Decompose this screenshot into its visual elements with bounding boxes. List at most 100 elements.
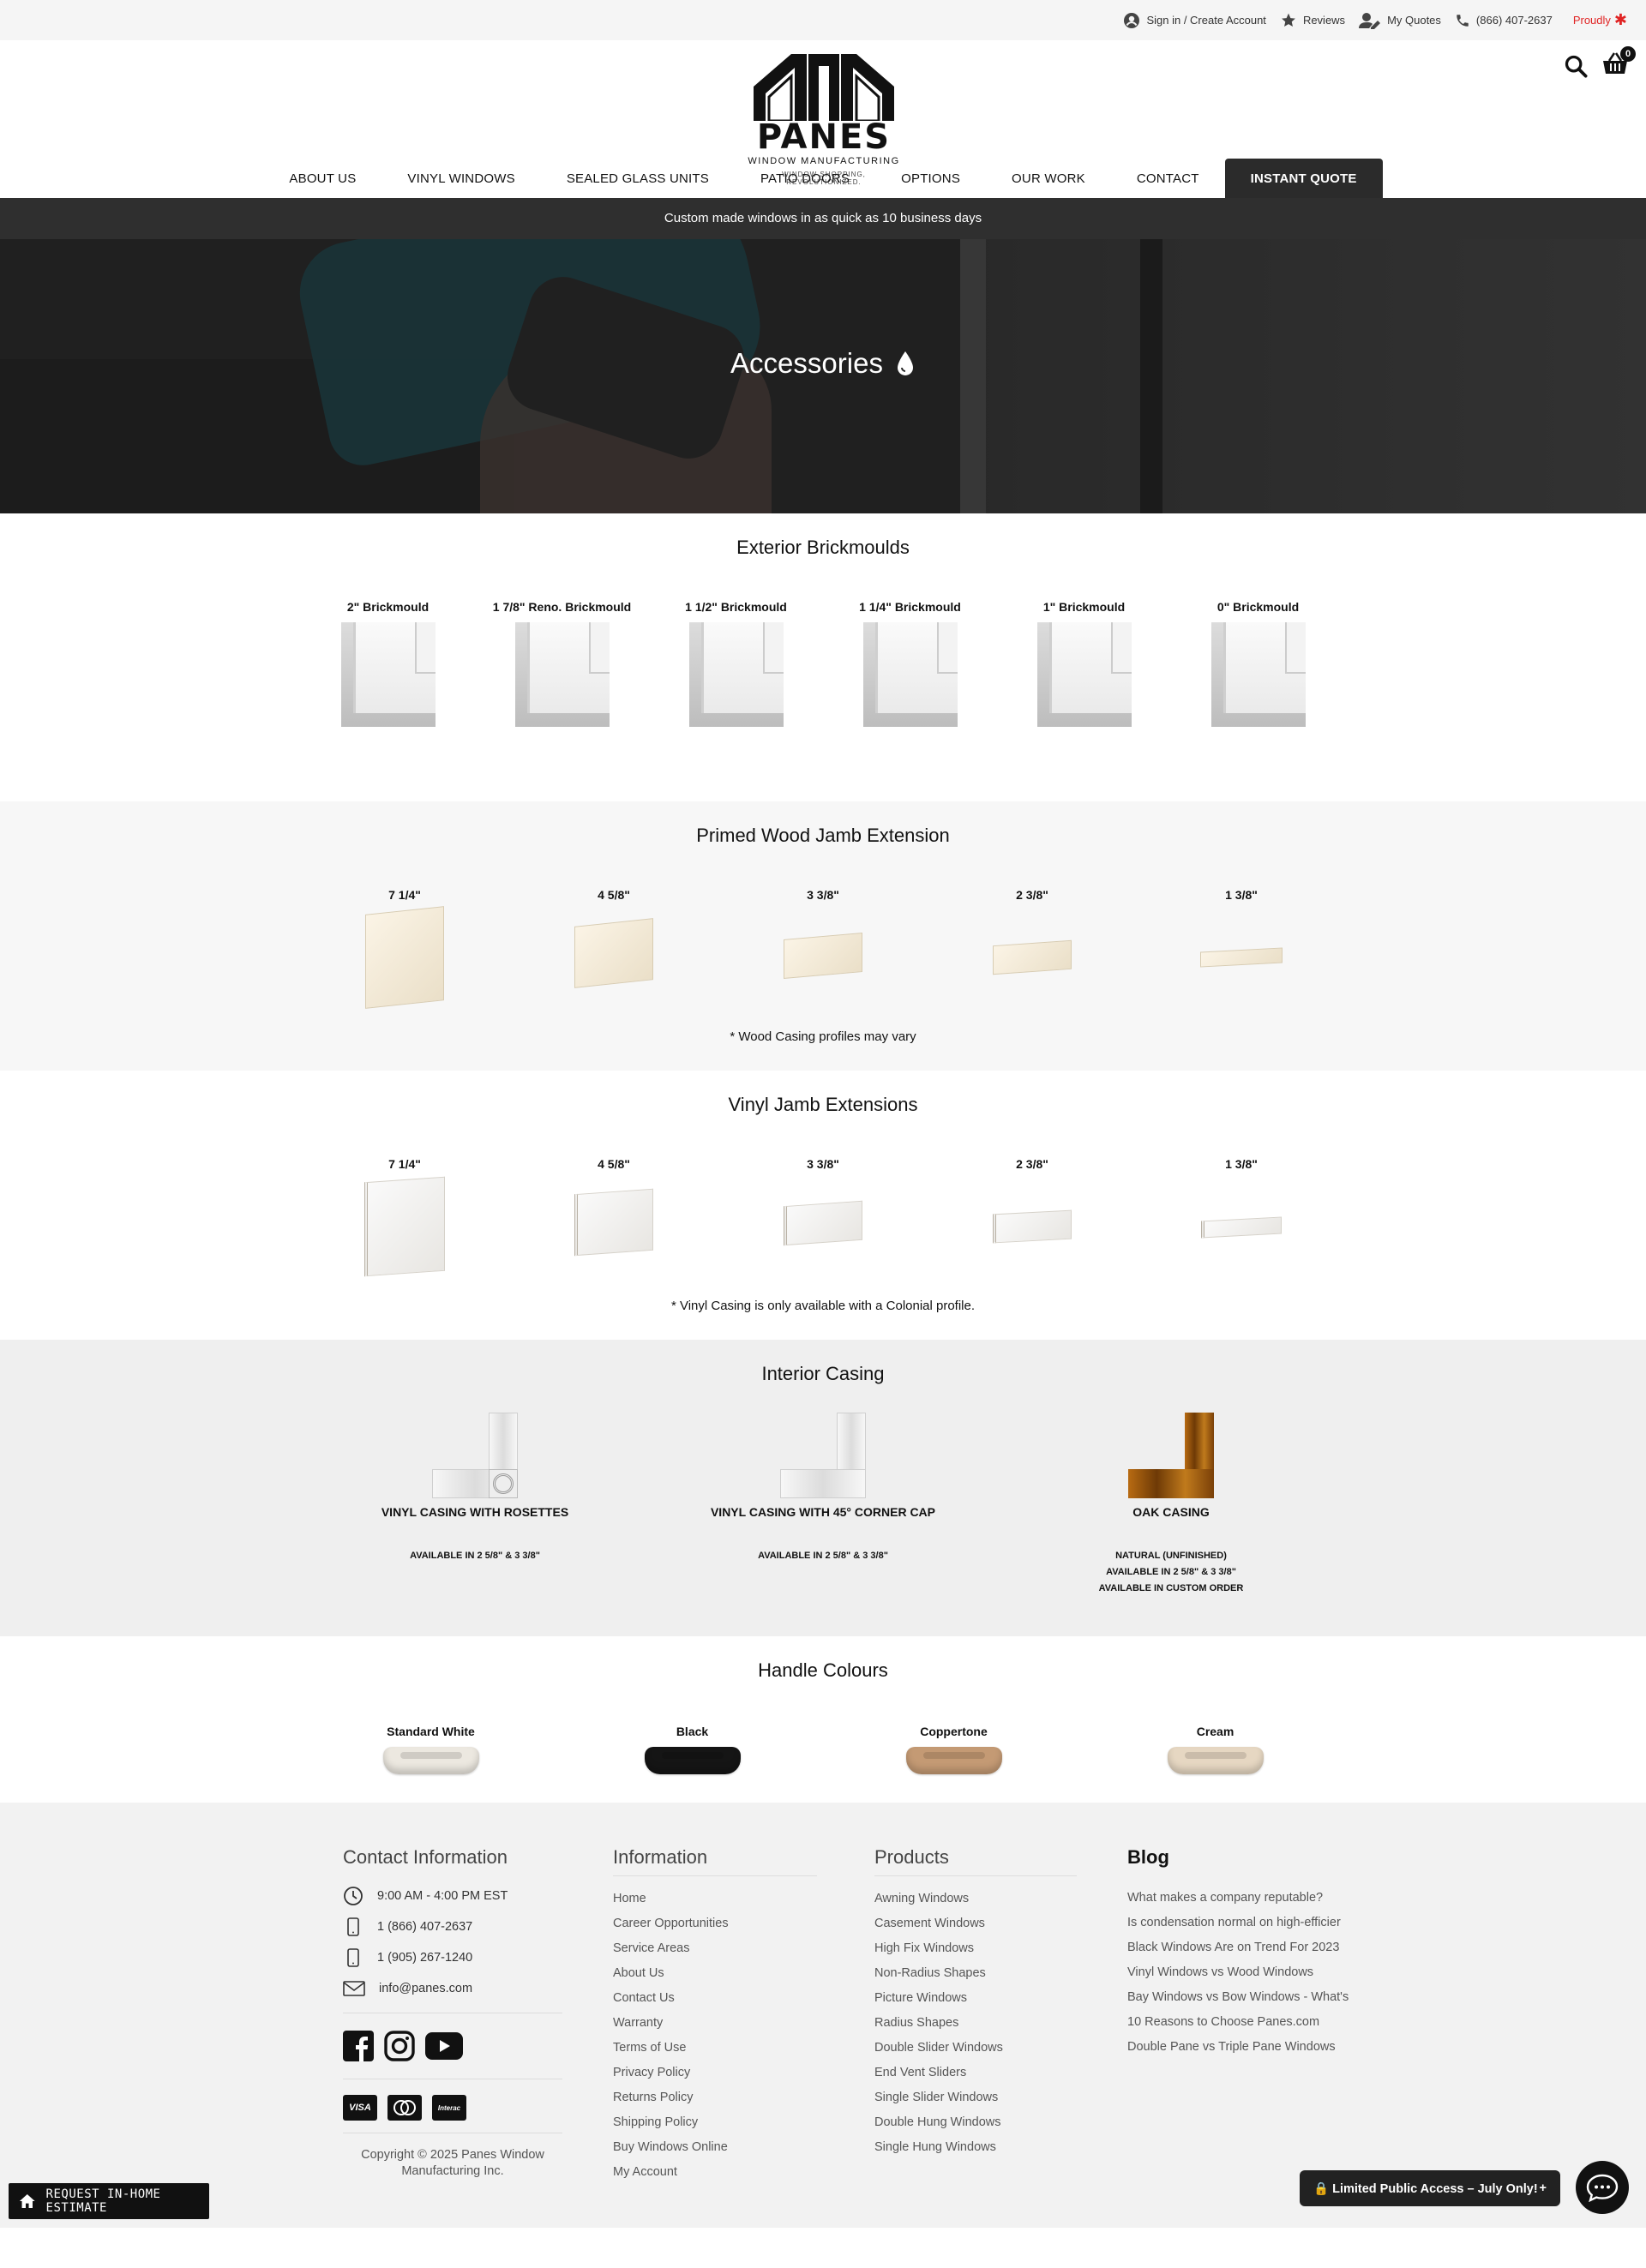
footer-product-link[interactable]: Radius Shapes: [874, 2011, 1077, 2036]
user-circle-icon: [1124, 12, 1140, 28]
brickmould-item[interactable]: 1 1/4" Brickmould: [823, 600, 997, 727]
footer-link-privacy[interactable]: Privacy Policy: [613, 2061, 817, 2085]
footer-product-link[interactable]: End Vent Sliders: [874, 2061, 1077, 2085]
footer-link-shipping[interactable]: Shipping Policy: [613, 2110, 817, 2135]
brickmould-item[interactable]: 2" Brickmould: [301, 600, 475, 727]
casing-item[interactable]: VINYL CASING WITH 45° CORNER CAP AVAILAB…: [649, 1413, 997, 1597]
handle-item[interactable]: Coppertone: [823, 1725, 1084, 1774]
phone-icon: [1457, 14, 1469, 27]
blog-post-link[interactable]: Black Windows Are on Trend For 2023: [1127, 1935, 1350, 1960]
reviews-label: Reviews: [1302, 14, 1346, 27]
nav-options[interactable]: OPTIONS: [875, 159, 986, 198]
blog-post-link[interactable]: What makes a company reputable?: [1127, 1886, 1350, 1911]
wood-jamb-item[interactable]: 2 3/8": [928, 888, 1137, 1008]
phone-row[interactable]: 1 (866) 407-2637: [343, 1911, 562, 1942]
phone-link[interactable]: (866) 407-2637: [1455, 13, 1553, 28]
wood-jamb-item[interactable]: 1 3/8": [1137, 888, 1346, 1008]
email-text: info@panes.com: [379, 1982, 473, 1995]
footer-link-about[interactable]: About Us: [613, 1961, 817, 1986]
limited-access-banner[interactable]: 🔒 Limited Public Access – July Only! +: [1300, 2170, 1560, 2206]
nav-about-us[interactable]: ABOUT US: [263, 159, 381, 198]
facebook-icon[interactable]: [343, 2031, 374, 2061]
visa-icon: VISA: [343, 2095, 377, 2121]
star-icon: [1282, 13, 1295, 27]
footer-link-service-areas[interactable]: Service Areas: [613, 1936, 817, 1961]
footer-product-link[interactable]: Single Slider Windows: [874, 2085, 1077, 2110]
youtube-icon[interactable]: [425, 2032, 463, 2060]
handle-item[interactable]: Black: [562, 1725, 823, 1774]
brickmould-item[interactable]: 1 7/8" Reno. Brickmould: [475, 600, 649, 727]
cart-button[interactable]: 0: [1601, 46, 1636, 80]
vinyl-jamb-item[interactable]: 7 1/4": [300, 1157, 509, 1277]
footer-products-title: Products: [874, 1846, 1077, 1876]
blog-post-link[interactable]: Vinyl Windows vs Wood Windows: [1127, 1960, 1350, 1985]
brickmould-image: [1036, 622, 1132, 727]
footer-link-contact[interactable]: Contact Us: [613, 1986, 817, 2011]
nav-instant-quote[interactable]: INSTANT QUOTE: [1224, 159, 1383, 198]
nav-vinyl-windows[interactable]: VINYL WINDOWS: [381, 159, 540, 198]
casing-oak-image: [1128, 1413, 1214, 1498]
casing-availability-line: AVAILABLE IN CUSTOM ORDER: [1098, 1583, 1244, 1593]
brickmould-label: 1 1/4" Brickmould: [859, 600, 961, 614]
casing-item[interactable]: VINYL CASING WITH ROSETTES AVAILABLE IN …: [301, 1413, 649, 1597]
blog-post-link[interactable]: Is condensation normal on high-efficier: [1127, 1911, 1350, 1935]
my-quotes-link[interactable]: My Quotes: [1359, 12, 1441, 29]
footer-product-link[interactable]: Non-Radius Shapes: [874, 1961, 1077, 1986]
footer-blog: Blog What makes a company reputable? Is …: [1127, 1846, 1350, 2060]
brickmould-item[interactable]: 0" Brickmould: [1171, 600, 1345, 727]
footer-product-link[interactable]: Awning Windows: [874, 1887, 1077, 1911]
vinyl-jamb-item[interactable]: 1 3/8": [1137, 1157, 1346, 1277]
blog-post-link[interactable]: 10 Reasons to Choose Panes.com: [1127, 2010, 1350, 2035]
envelope-icon: [343, 1981, 365, 1996]
handle-item[interactable]: Cream: [1084, 1725, 1346, 1774]
instagram-icon[interactable]: [384, 2031, 415, 2061]
mastercard-icon: [387, 2095, 422, 2121]
footer-product-link[interactable]: Single Hung Windows: [874, 2135, 1077, 2160]
footer-link-my-account[interactable]: My Account: [613, 2160, 817, 2185]
brickmould-item[interactable]: 1 1/2" Brickmould: [649, 600, 823, 727]
wood-jamb-item[interactable]: 3 3/8": [718, 888, 928, 1008]
brickmould-item[interactable]: 1" Brickmould: [997, 600, 1171, 727]
brickmould-label: 2" Brickmould: [346, 600, 430, 614]
footer-product-link[interactable]: Casement Windows: [874, 1911, 1077, 1936]
chat-button[interactable]: [1576, 2161, 1629, 2214]
plus-icon[interactable]: +: [1540, 2181, 1547, 2195]
vinyl-jamb-item[interactable]: 3 3/8": [718, 1157, 928, 1277]
wood-jamb-image: [574, 918, 653, 988]
request-estimate-button[interactable]: REQUEST IN-HOME ESTIMATE: [9, 2183, 209, 2219]
chat-bubble-icon: [1586, 2174, 1619, 2202]
wood-jamb-item[interactable]: 4 5/8": [509, 888, 718, 1008]
blog-post-link[interactable]: Bay Windows vs Bow Windows - What's: [1127, 1985, 1350, 2010]
signin-link[interactable]: Sign in / Create Account: [1123, 12, 1266, 29]
phone-row[interactable]: 1 (905) 267-1240: [343, 1942, 562, 1973]
footer-product-link[interactable]: Picture Windows: [874, 1986, 1077, 2011]
brickmould-label: 1 7/8" Reno. Brickmould: [492, 600, 632, 614]
section-title: Primed Wood Jamb Extension: [696, 825, 950, 846]
vinyl-jamb-item[interactable]: 2 3/8": [928, 1157, 1137, 1277]
wood-jamb-item[interactable]: 7 1/4": [300, 888, 509, 1009]
nav-contact[interactable]: CONTACT: [1111, 159, 1225, 198]
footer-link-buy-online[interactable]: Buy Windows Online: [613, 2135, 817, 2160]
footer-link-warranty[interactable]: Warranty: [613, 2011, 817, 2036]
footer-link-returns[interactable]: Returns Policy: [613, 2085, 817, 2110]
footer-link-careers[interactable]: Career Opportunities: [613, 1911, 817, 1936]
lock-icon: 🔒: [1313, 2181, 1330, 2196]
email-row[interactable]: info@panes.com: [343, 1973, 562, 2004]
footer-link-home[interactable]: Home: [613, 1887, 817, 1911]
handle-item[interactable]: Standard White: [300, 1725, 562, 1774]
reviews-link[interactable]: Reviews: [1280, 12, 1345, 28]
page-title: Accessories: [0, 347, 1646, 380]
footer-product-link[interactable]: Double Slider Windows: [874, 2036, 1077, 2061]
nav-sealed-glass-units[interactable]: SEALED GLASS UNITS: [541, 159, 735, 198]
search-icon[interactable]: [1564, 54, 1588, 78]
footer-product-link[interactable]: High Fix Windows: [874, 1936, 1077, 1961]
nav-patio-doors[interactable]: PATIO DOORS: [735, 159, 875, 198]
footer-link-terms[interactable]: Terms of Use: [613, 2036, 817, 2061]
blog-post-link[interactable]: Double Pane vs Triple Pane Windows: [1127, 2035, 1350, 2060]
casing-item[interactable]: OAK CASING NATURAL (UNFINISHED) AVAILABL…: [997, 1413, 1345, 1597]
nav-our-work[interactable]: OUR WORK: [986, 159, 1111, 198]
logo-house-icon: [754, 54, 894, 123]
vinyl-jamb-item[interactable]: 4 5/8": [509, 1157, 718, 1277]
vinyl-jamb-image: [364, 1176, 445, 1277]
footer-product-link[interactable]: Double Hung Windows: [874, 2110, 1077, 2135]
